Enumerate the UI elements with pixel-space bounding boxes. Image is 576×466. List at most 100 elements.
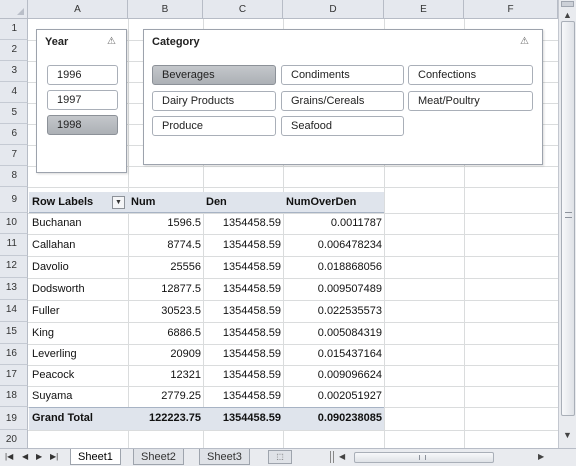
row-header-12[interactable]: 12 — [0, 256, 28, 278]
numoverden-value[interactable]: 0.018868056 — [284, 257, 382, 278]
den-value[interactable]: 1354458.59 — [204, 301, 281, 322]
den-value[interactable]: 1354458.59 — [204, 235, 281, 256]
num-value[interactable]: 6886.5 — [129, 323, 201, 344]
worksheet-grid[interactable]: A B C D E F 1 2 3 4 5 6 7 8 9 10 11 12 1… — [0, 0, 558, 448]
horizontal-scroll-thumb[interactable] — [354, 452, 494, 463]
den-value[interactable]: 1354458.59 — [204, 344, 281, 365]
row-label[interactable]: Davolio — [32, 257, 126, 278]
num-value[interactable]: 12877.5 — [129, 279, 201, 300]
next-sheet-icon[interactable]: ▶ — [36, 452, 42, 461]
column-header-a[interactable]: A — [28, 0, 128, 19]
row-header-11[interactable]: 11 — [0, 234, 28, 256]
column-header-d[interactable]: D — [283, 0, 384, 19]
slicer-item-confections[interactable]: Confections — [408, 65, 533, 85]
filter-clear-icon[interactable]: ⚠ — [520, 36, 529, 47]
pivot-header-num[interactable]: Num — [131, 192, 201, 213]
vertical-scrollbar[interactable]: ▲ ▼ — [558, 0, 576, 448]
den-value[interactable]: 1354458.59 — [204, 386, 281, 407]
numoverden-value[interactable]: 0.009096624 — [284, 365, 382, 386]
slicer-item-seafood[interactable]: Seafood — [281, 116, 404, 136]
row-header-1[interactable]: 1 — [0, 19, 28, 40]
row-label[interactable]: Leverling — [32, 344, 126, 365]
slicer-item-1997[interactable]: 1997 — [47, 90, 118, 110]
pivot-header-numoverden[interactable]: NumOverDen — [286, 192, 381, 213]
column-header-b[interactable]: B — [128, 0, 203, 19]
row-label[interactable]: Dodsworth — [32, 279, 126, 300]
row-label[interactable]: Suyama — [32, 386, 126, 407]
row-header-19[interactable]: 19 — [0, 407, 28, 430]
scroll-right-icon[interactable]: ▶ — [538, 452, 544, 461]
num-value[interactable]: 30523.5 — [129, 301, 201, 322]
den-value[interactable]: 1354458.59 — [204, 365, 281, 386]
numoverden-value[interactable]: 0.005084319 — [284, 323, 382, 344]
num-value[interactable]: 8774.5 — [129, 235, 201, 256]
slicer-item-meat-poultry[interactable]: Meat/Poultry — [408, 91, 533, 111]
filter-clear-icon[interactable]: ⚠ — [107, 36, 116, 47]
numoverden-value[interactable]: 0.002051927 — [284, 386, 382, 407]
scroll-left-icon[interactable]: ◀ — [339, 452, 345, 461]
row-header-16[interactable]: 16 — [0, 344, 28, 365]
column-header-f[interactable]: F — [464, 0, 558, 19]
row-label[interactable]: Callahan — [32, 235, 126, 256]
first-sheet-icon[interactable]: |◀ — [5, 452, 13, 461]
row-header-15[interactable]: 15 — [0, 322, 28, 344]
tab-sheet2[interactable]: Sheet2 — [133, 449, 184, 465]
grand-total-numoverden[interactable]: 0.090238085 — [284, 408, 382, 429]
num-value[interactable]: 25556 — [129, 257, 201, 278]
num-value[interactable]: 1596.5 — [129, 213, 201, 234]
row-header-9[interactable]: 9 — [0, 187, 28, 213]
grand-total-den[interactable]: 1354458.59 — [204, 408, 281, 429]
slicer-item-dairy-products[interactable]: Dairy Products — [152, 91, 276, 111]
row-header-13[interactable]: 13 — [0, 278, 28, 300]
row-header-8[interactable]: 8 — [0, 166, 28, 187]
year-slicer[interactable]: Year ⚠ 1996 1997 1998 — [36, 29, 127, 173]
row-header-20[interactable]: 20 — [0, 430, 28, 448]
select-all-corner[interactable] — [0, 0, 28, 19]
row-header-17[interactable]: 17 — [0, 365, 28, 386]
slicer-item-1996[interactable]: 1996 — [47, 65, 118, 85]
num-value[interactable]: 12321 — [129, 365, 201, 386]
column-header-c[interactable]: C — [203, 0, 283, 19]
tab-sheet3[interactable]: Sheet3 — [199, 449, 250, 465]
column-header-e[interactable]: E — [384, 0, 464, 19]
row-label[interactable]: King — [32, 323, 126, 344]
numoverden-value[interactable]: 0.015437164 — [284, 344, 382, 365]
row-header-5[interactable]: 5 — [0, 103, 28, 124]
split-handle[interactable] — [561, 1, 574, 7]
pivot-header-row-labels[interactable]: Row Labels — [32, 192, 112, 213]
num-value[interactable]: 20909 — [129, 344, 201, 365]
prev-sheet-icon[interactable]: ◀ — [22, 452, 28, 461]
row-label[interactable]: Peacock — [32, 365, 126, 386]
slicer-item-beverages[interactable]: Beverages — [152, 65, 276, 85]
row-label[interactable]: Fuller — [32, 301, 126, 322]
vertical-scroll-thumb[interactable] — [561, 21, 575, 416]
num-value[interactable]: 2779.25 — [129, 386, 201, 407]
slicer-item-produce[interactable]: Produce — [152, 116, 276, 136]
den-value[interactable]: 1354458.59 — [204, 213, 281, 234]
den-value[interactable]: 1354458.59 — [204, 257, 281, 278]
row-header-10[interactable]: 10 — [0, 213, 28, 234]
slicer-item-condiments[interactable]: Condiments — [281, 65, 404, 85]
den-value[interactable]: 1354458.59 — [204, 279, 281, 300]
slicer-item-grains-cereals[interactable]: Grains/Cereals — [281, 91, 404, 111]
new-sheet-icon[interactable]: ⬚ — [268, 450, 292, 464]
dropdown-arrow-icon[interactable]: ▼ — [112, 196, 125, 209]
row-header-14[interactable]: 14 — [0, 300, 28, 322]
category-slicer[interactable]: Category ⚠ Beverages Condiments Confecti… — [143, 29, 543, 165]
last-sheet-icon[interactable]: ▶| — [50, 452, 58, 461]
grand-total-label[interactable]: Grand Total — [32, 408, 126, 429]
den-value[interactable]: 1354458.59 — [204, 323, 281, 344]
row-header-6[interactable]: 6 — [0, 124, 28, 145]
grand-total-num[interactable]: 122223.75 — [129, 408, 201, 429]
pivot-header-den[interactable]: Den — [206, 192, 281, 213]
scroll-up-icon[interactable]: ▲ — [563, 10, 572, 20]
row-header-7[interactable]: 7 — [0, 145, 28, 166]
numoverden-value[interactable]: 0.022535573 — [284, 301, 382, 322]
numoverden-value[interactable]: 0.0011787 — [284, 213, 382, 234]
row-label[interactable]: Buchanan — [32, 213, 126, 234]
scroll-down-icon[interactable]: ▼ — [563, 430, 572, 440]
numoverden-value[interactable]: 0.006478234 — [284, 235, 382, 256]
numoverden-value[interactable]: 0.009507489 — [284, 279, 382, 300]
row-header-2[interactable]: 2 — [0, 40, 28, 61]
row-header-18[interactable]: 18 — [0, 386, 28, 407]
